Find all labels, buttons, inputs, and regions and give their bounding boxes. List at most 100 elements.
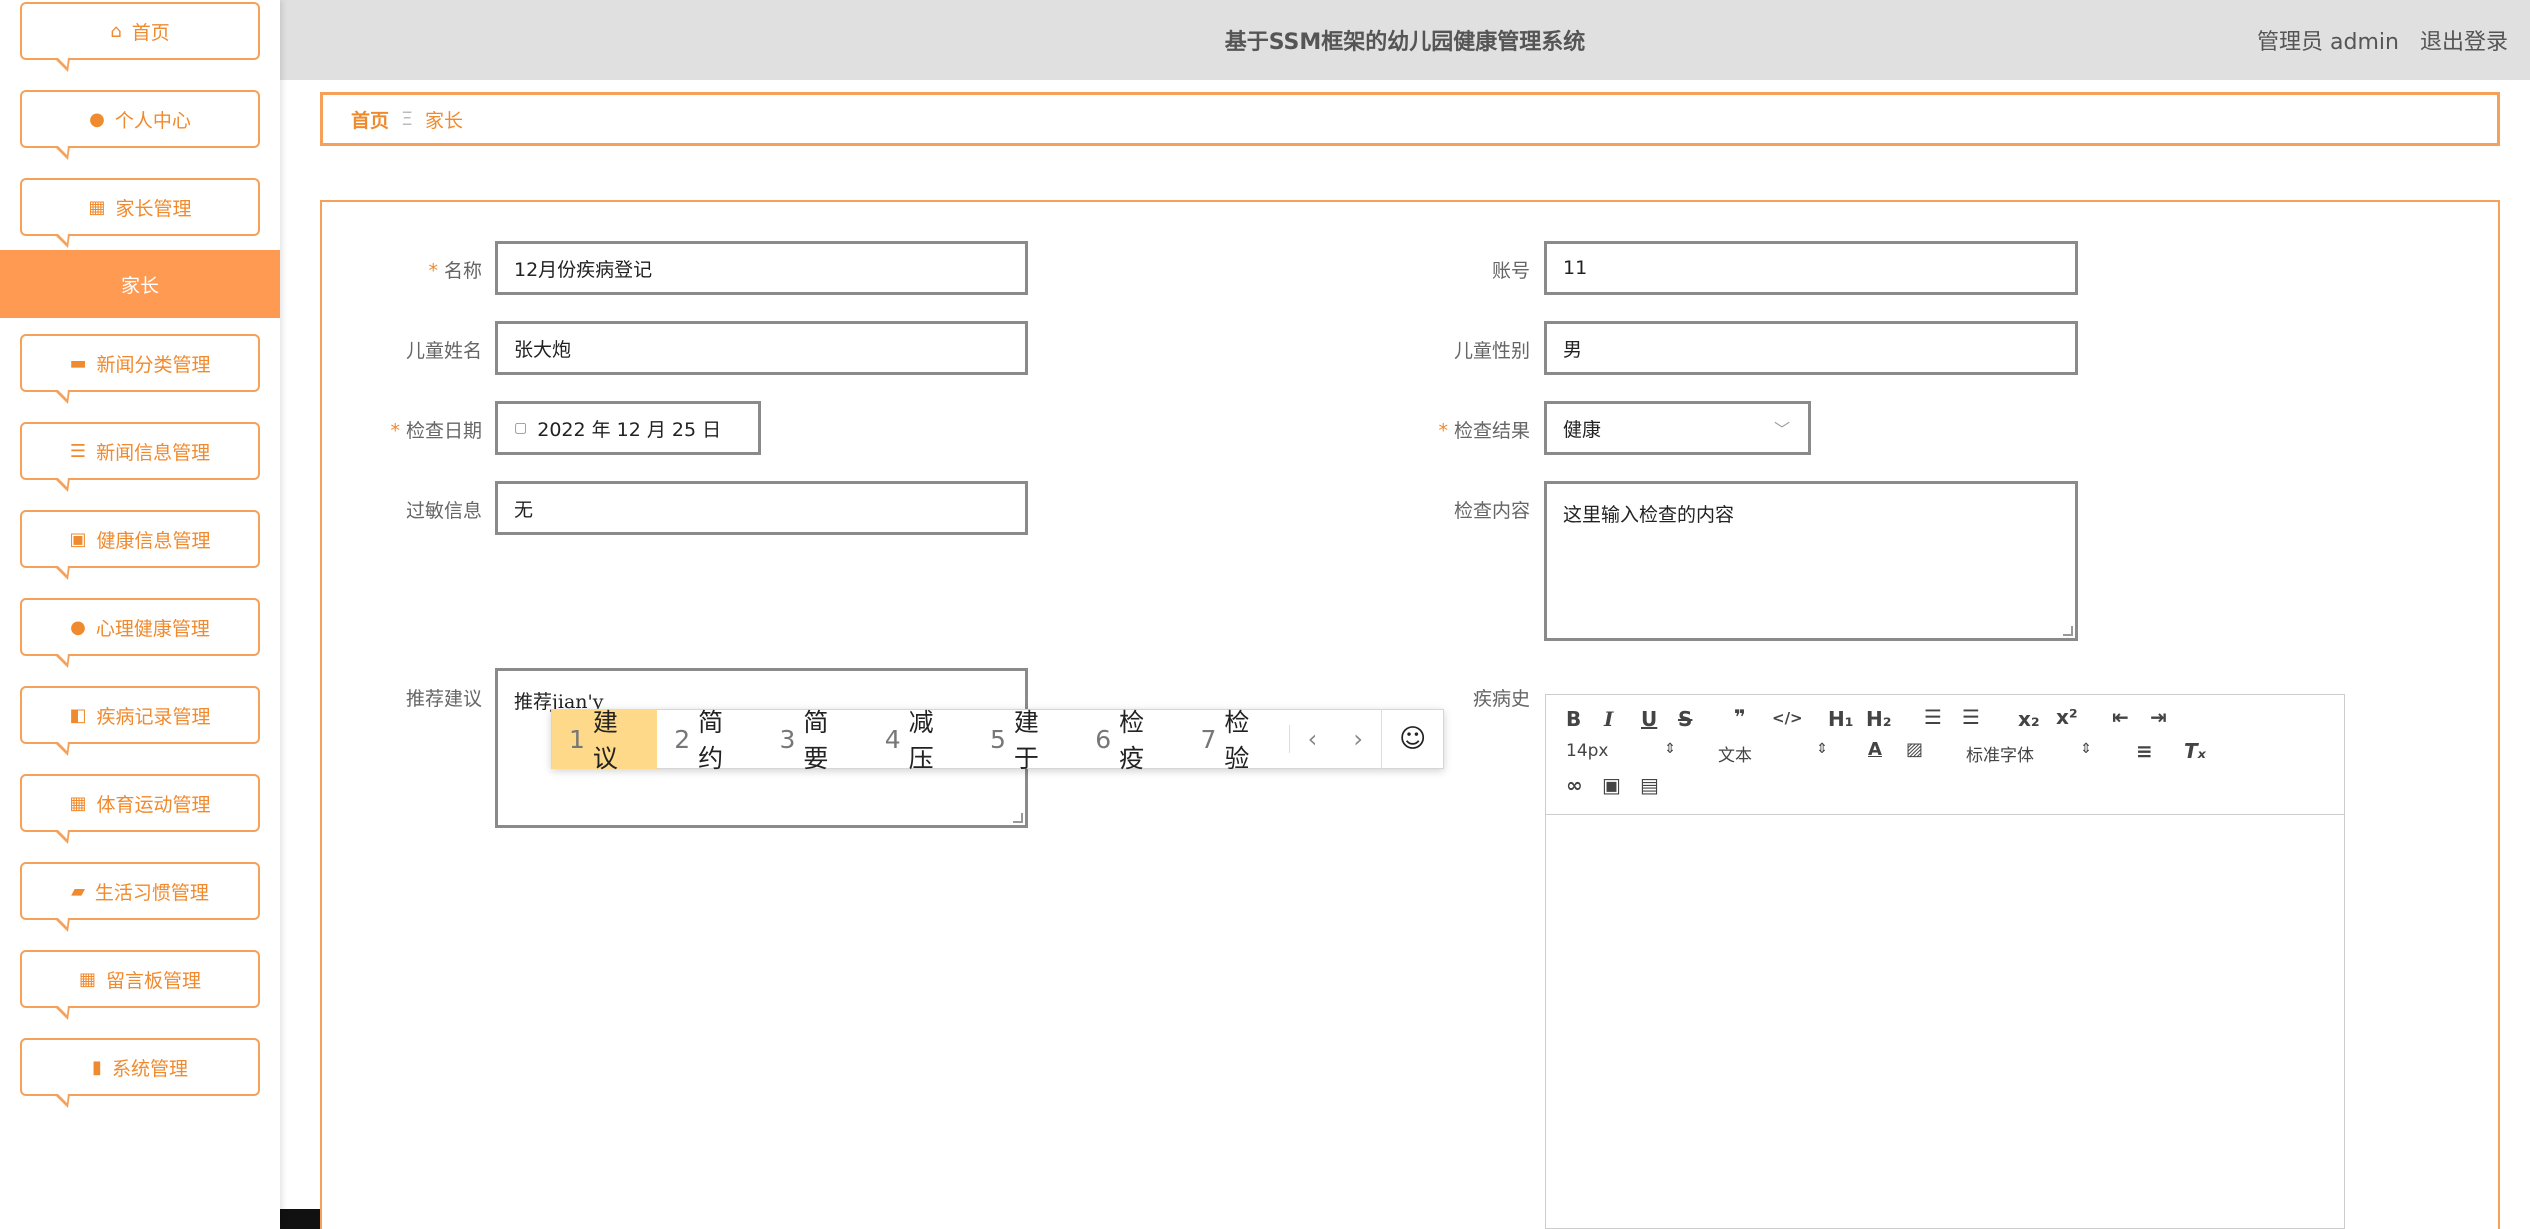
link-icon[interactable]: ∞ — [1566, 773, 1583, 797]
sidebar-item-sports[interactable]: ▦ 体育运动管理 — [20, 774, 260, 844]
disease-history-editor[interactable]: B I U S ❞ </> H₁ H₂ ☰ ☰ x₂ x² ⇤ ⇥ 14px ⇕ … — [1545, 694, 2345, 1229]
sidebar-item-label: 首页 — [131, 21, 170, 44]
updown-icon: ⇕ — [1816, 741, 1828, 757]
image-icon[interactable]: ▣ — [1602, 773, 1621, 797]
resize-handle-icon[interactable] — [2063, 626, 2073, 636]
logout-link[interactable]: 退出登录 — [2420, 30, 2508, 55]
child-name-label: 儿童姓名 — [405, 340, 482, 362]
resize-handle-icon[interactable] — [1013, 813, 1023, 823]
sidebar-item-home[interactable]: ⌂ 首页 — [20, 2, 260, 72]
ordered-list-icon[interactable]: ☰ — [1924, 705, 1942, 729]
sidebar-item-label: 新闻分类管理 — [96, 353, 211, 376]
check-result-label: * 检查结果 — [1438, 420, 1530, 442]
clear-format-button[interactable]: Tₓ — [2184, 739, 2206, 763]
background-color-icon[interactable]: ▨ — [1906, 739, 1923, 760]
editor-toolbar: B I U S ❞ </> H₁ H₂ ☰ ☰ x₂ x² ⇤ ⇥ 14px ⇕ … — [1546, 695, 2344, 815]
check-date-picker[interactable]: ▢ 2022 年 12 月 25 日 — [495, 401, 761, 455]
name-input[interactable]: 12月份疾病登记 — [495, 241, 1028, 295]
sidebar-item-label: 健康信息管理 — [96, 529, 211, 552]
ime-candidate[interactable]: 3 简要 — [763, 708, 868, 773]
editor-content-area[interactable] — [1546, 815, 2344, 1229]
sidebar-item-label: 家长管理 — [115, 197, 192, 220]
sidebar-item-label: 留言板管理 — [106, 969, 202, 992]
child-gender-input[interactable]: 男 — [1544, 321, 2078, 375]
ime-candidate[interactable]: 7 检验 — [1184, 708, 1289, 773]
sidebar-item-label: 生活习惯管理 — [94, 881, 209, 904]
ime-candidate[interactable]: 1 建议 — [552, 708, 658, 773]
font-size-select[interactable]: 14px ⇕ — [1566, 741, 1676, 761]
bottom-bar — [280, 1209, 320, 1229]
history-label: 疾病史 — [1472, 688, 1530, 710]
app-title: 基于SSM框架的幼儿园健康管理系统 — [1224, 30, 1586, 55]
calendar-icon: ▢ — [514, 420, 528, 436]
balloon-icon: ● — [70, 616, 86, 638]
check-content-textarea[interactable]: 这里输入检查的内容 — [1544, 481, 2078, 641]
hand-icon: ◧ — [69, 704, 87, 726]
list-icon: ☰ — [69, 440, 87, 462]
sidebar-item-disease-records[interactable]: ◧ 疾病记录管理 — [20, 686, 260, 756]
indent-icon[interactable]: ⇥ — [2150, 705, 2167, 729]
sidebar-item-news-info[interactable]: ☰ 新闻信息管理 — [20, 422, 260, 492]
breadcrumb-home[interactable]: 首页 — [351, 106, 389, 133]
sidebar-item-parent-management[interactable]: ▦ 家长管理 — [20, 178, 260, 248]
bullet-list-icon[interactable]: ☰ — [1962, 705, 1980, 729]
ime-next-page-icon[interactable]: › — [1335, 725, 1381, 753]
table-icon: ▦ — [69, 792, 87, 814]
user-area: 管理员 admin 退出登录 — [2243, 24, 2508, 56]
suggest-label: 推荐建议 — [405, 688, 482, 710]
ime-candidate[interactable]: 2 简约 — [657, 708, 762, 773]
chart-icon: ▮ — [92, 1056, 102, 1078]
sidebar-item-label: 系统管理 — [111, 1057, 188, 1080]
underline-button[interactable]: U — [1641, 707, 1657, 731]
sidebar-item-health-info[interactable]: ▣ 健康信息管理 — [20, 510, 260, 580]
ime-candidate[interactable]: 4 减压 — [868, 708, 973, 773]
current-user: 管理员 admin — [2257, 30, 2399, 55]
check-content-label: 检查内容 — [1453, 500, 1530, 522]
strike-button[interactable]: S — [1678, 707, 1692, 731]
child-gender-label: 儿童性别 — [1453, 340, 1530, 362]
ime-candidate[interactable]: 6 检疫 — [1078, 708, 1183, 773]
breadcrumb-current: 家长 — [425, 109, 464, 132]
align-icon[interactable]: ≡ — [2136, 739, 2153, 763]
chevron-down-icon: ﹀ — [1773, 420, 1790, 439]
font-color-button[interactable]: A — [1868, 739, 1882, 760]
sidebar-item-personal-center[interactable]: ● 个人中心 — [20, 90, 260, 160]
updown-icon: ⇕ — [1664, 741, 1676, 757]
quote-button[interactable]: ❞ — [1734, 705, 1746, 729]
check-content-value: 这里输入检查的内容 — [1563, 504, 1735, 526]
child-name-input[interactable]: 张大炮 — [495, 321, 1028, 375]
sidebar-item-news-category[interactable]: ▬ 新闻分类管理 — [20, 334, 260, 404]
sidebar-item-message-board[interactable]: ▦ 留言板管理 — [20, 950, 260, 1020]
text-type-select[interactable]: 文本 ⇕ — [1718, 741, 1828, 766]
sidebar-item-habits[interactable]: ▰ 生活习惯管理 — [20, 862, 260, 932]
check-result-select[interactable]: 健康 ﹀ — [1544, 401, 1811, 455]
account-input[interactable]: 11 — [1544, 241, 2078, 295]
ime-candidate[interactable]: 5 建于 — [973, 708, 1078, 773]
font-family-select[interactable]: 标准字体 ⇕ — [1966, 741, 2092, 766]
clipboard-icon: ▣ — [69, 528, 87, 550]
grid-icon: ▦ — [88, 196, 106, 218]
superscript-button[interactable]: x² — [2056, 705, 2078, 729]
sidebar-item-label: 心理健康管理 — [95, 617, 210, 640]
bold-button[interactable]: B — [1566, 707, 1581, 731]
allergy-input[interactable]: 无 — [495, 481, 1028, 535]
sidebar-item-mental-health[interactable]: ● 心理健康管理 — [20, 598, 260, 668]
sidebar-subitem-parent[interactable]: 家长 — [0, 250, 280, 318]
ime-prev-page-icon[interactable]: ‹ — [1288, 725, 1335, 753]
top-header: 基于SSM框架的幼儿园健康管理系统 管理员 admin 退出登录 — [280, 0, 2530, 80]
video-icon[interactable]: ▤ — [1640, 773, 1659, 797]
code-button[interactable]: </> — [1772, 709, 1803, 727]
h2-button[interactable]: H₂ — [1866, 707, 1892, 731]
subscript-button[interactable]: x₂ — [2018, 707, 2040, 731]
italic-button[interactable]: I — [1604, 707, 1613, 731]
sidebar-item-label: 疾病记录管理 — [96, 705, 211, 728]
breadcrumb: 首页 Ξ 家长 — [320, 92, 2500, 146]
h1-button[interactable]: H₁ — [1828, 707, 1854, 731]
outdent-icon[interactable]: ⇤ — [2112, 705, 2129, 729]
home-icon: ⌂ — [110, 20, 122, 42]
ime-emoji-icon[interactable]: ☺ — [1381, 709, 1443, 769]
sidebar-item-system[interactable]: ▮ 系统管理 — [20, 1038, 260, 1108]
ticket-icon: ▰ — [71, 880, 85, 902]
ime-candidate-popup: 1 建议 2 简约 3 简要 4 减压 5 建于 6 检疫 7 检验 ‹ › ☺ — [551, 708, 1444, 773]
check-date-value: 2022 年 12 月 25 日 — [537, 418, 722, 441]
